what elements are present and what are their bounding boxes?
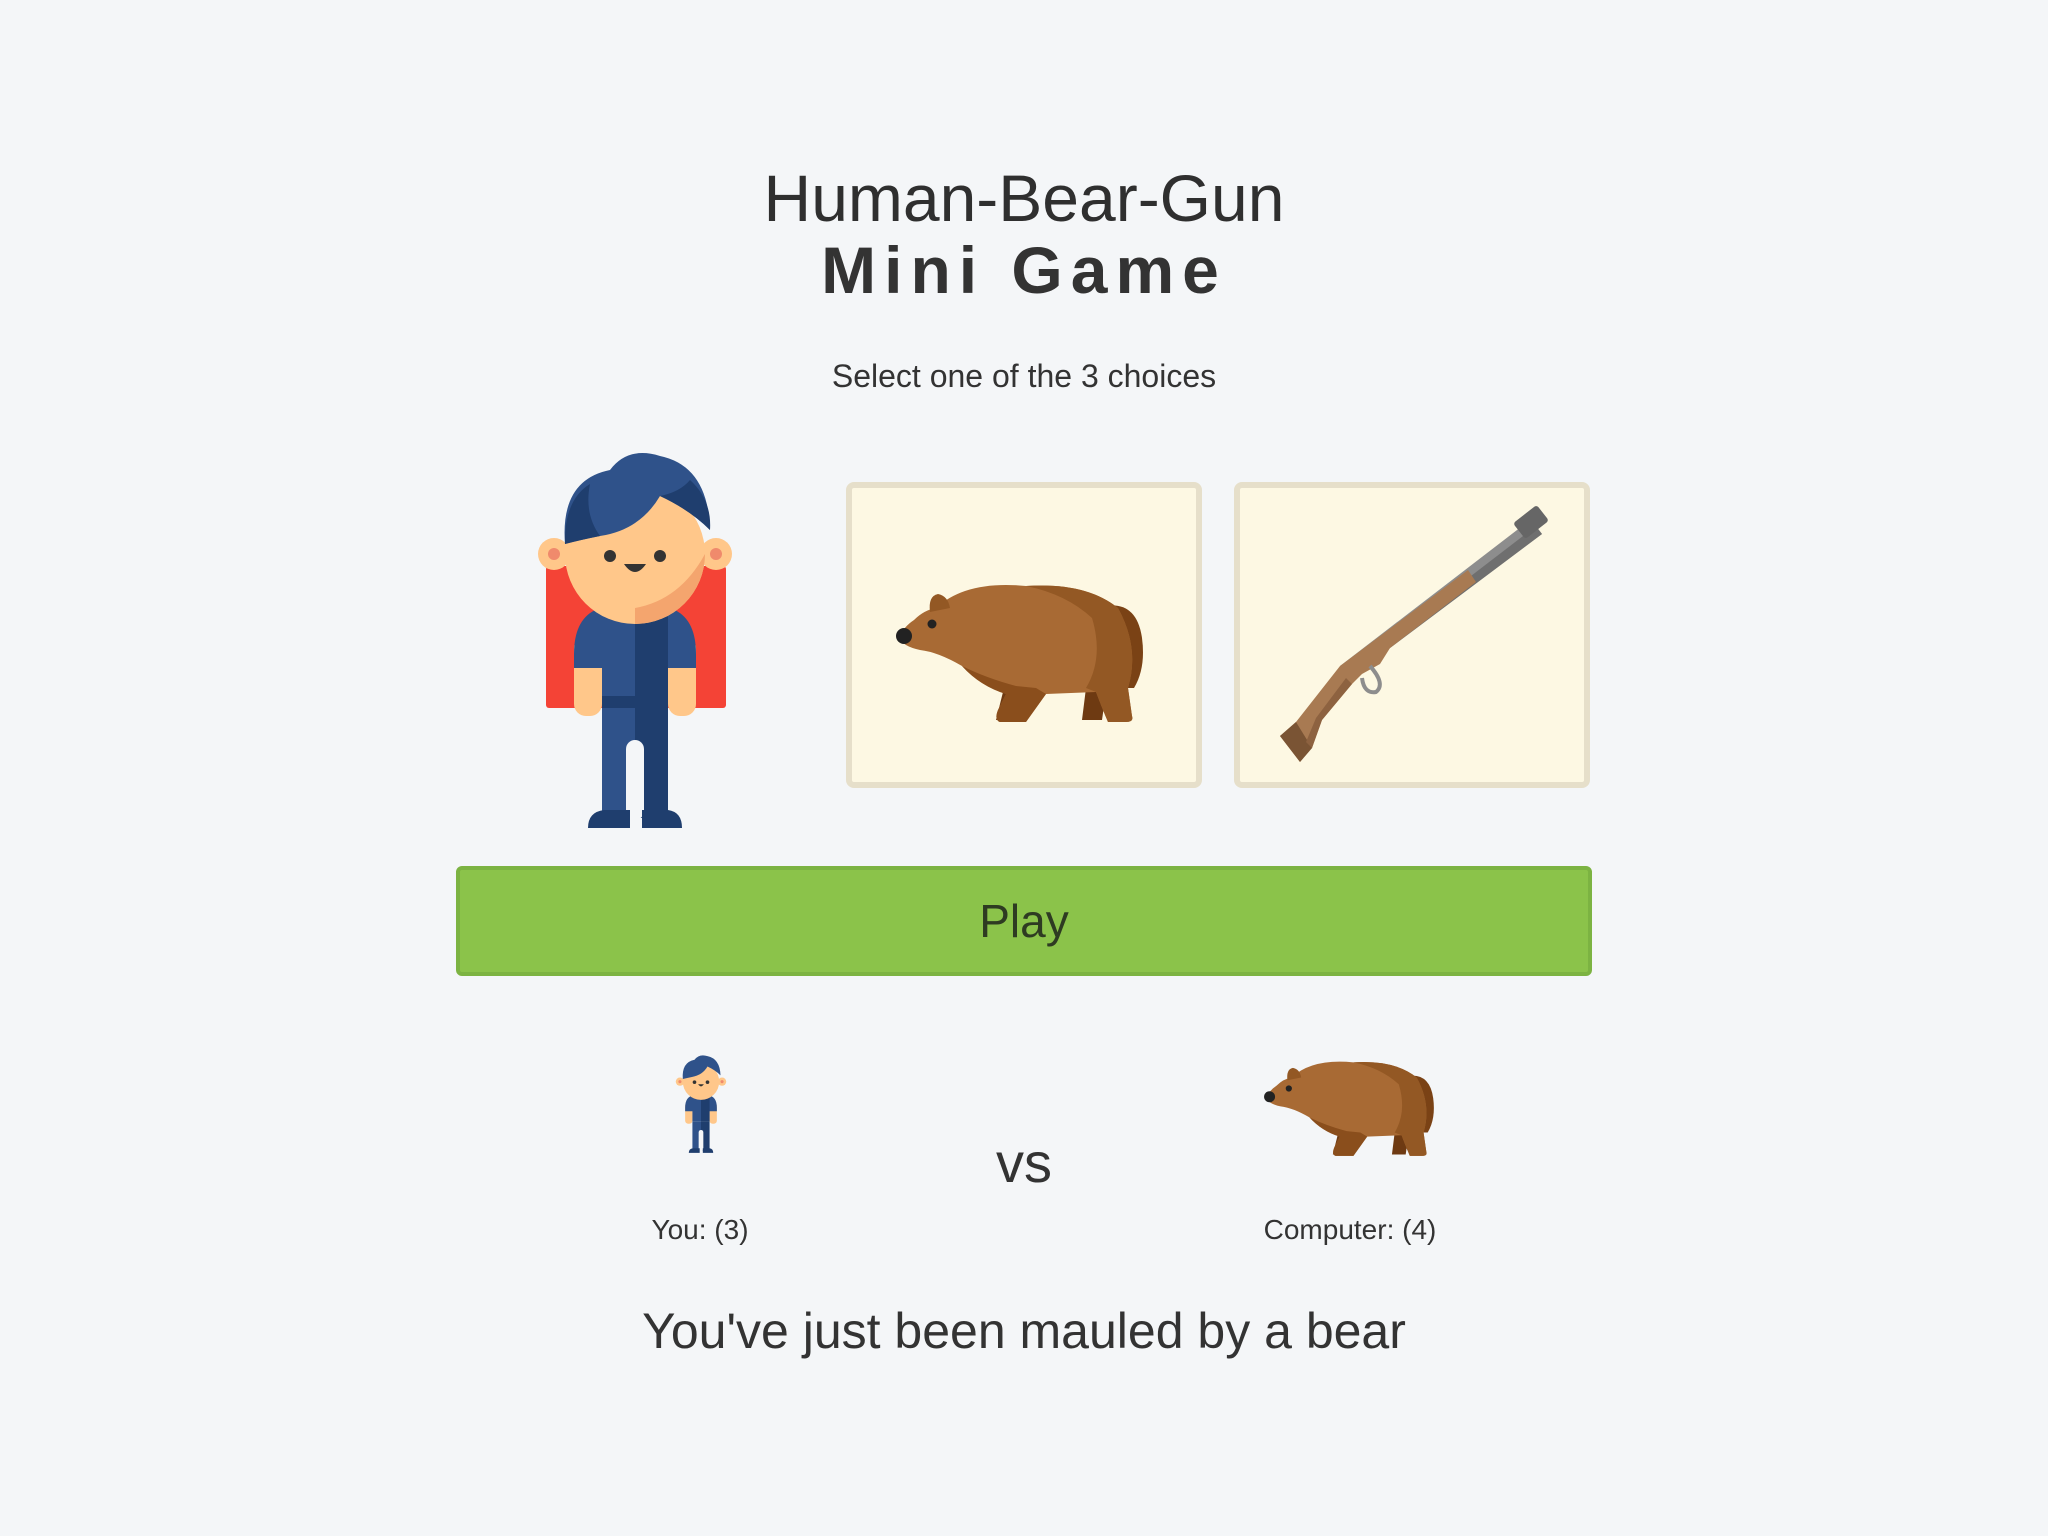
result-message: You've just been mauled by a bear xyxy=(642,1303,1406,1359)
human-icon xyxy=(538,453,732,828)
computer-score: Computer: (4) xyxy=(1263,1214,1437,1245)
vs-label: vs xyxy=(996,1131,1052,1194)
game-subtitle: Mini Game xyxy=(821,233,1227,307)
choice-human[interactable] xyxy=(530,440,740,840)
game-title: Human-Bear-Gun xyxy=(763,161,1285,235)
computer-choice-display xyxy=(1262,1050,1438,1160)
play-button[interactable]: Play xyxy=(456,866,1592,976)
bear-icon xyxy=(896,584,1143,722)
bear-icon xyxy=(1264,1061,1434,1156)
choice-gun[interactable] xyxy=(1234,482,1590,788)
player-score: You: (3) xyxy=(651,1214,749,1245)
instruction-text: Select one of the 3 choices xyxy=(831,358,1217,394)
choice-bear[interactable] xyxy=(846,482,1202,788)
gun-icon xyxy=(1280,506,1548,762)
